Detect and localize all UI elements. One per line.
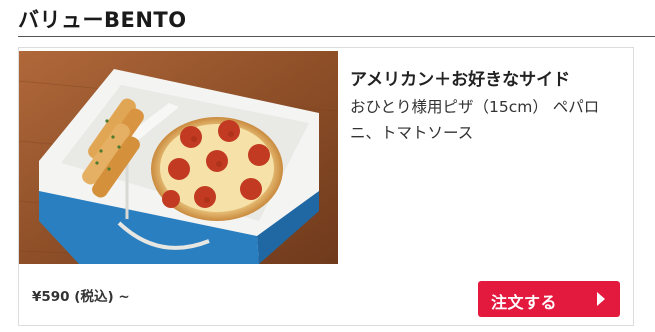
product-description: おひとり様用ピザ（15cm） ペパロニ、トマトソース [350,98,600,142]
product-card[interactable]: アメリカン＋お好きなサイド おひとり様用ピザ（15cm） ペパロニ、トマトソース… [18,47,634,326]
order-button[interactable]: 注文する [478,281,620,317]
product-image[interactable] [19,51,338,264]
product-price: ¥590 (税込) ~ [32,289,130,305]
title-divider [18,36,655,37]
chevron-right-icon [597,292,605,306]
order-button-label: 注文する [491,293,558,312]
section-title: バリューBENTO [18,8,187,32]
product-name[interactable]: アメリカン＋お好きなサイド [350,68,626,92]
